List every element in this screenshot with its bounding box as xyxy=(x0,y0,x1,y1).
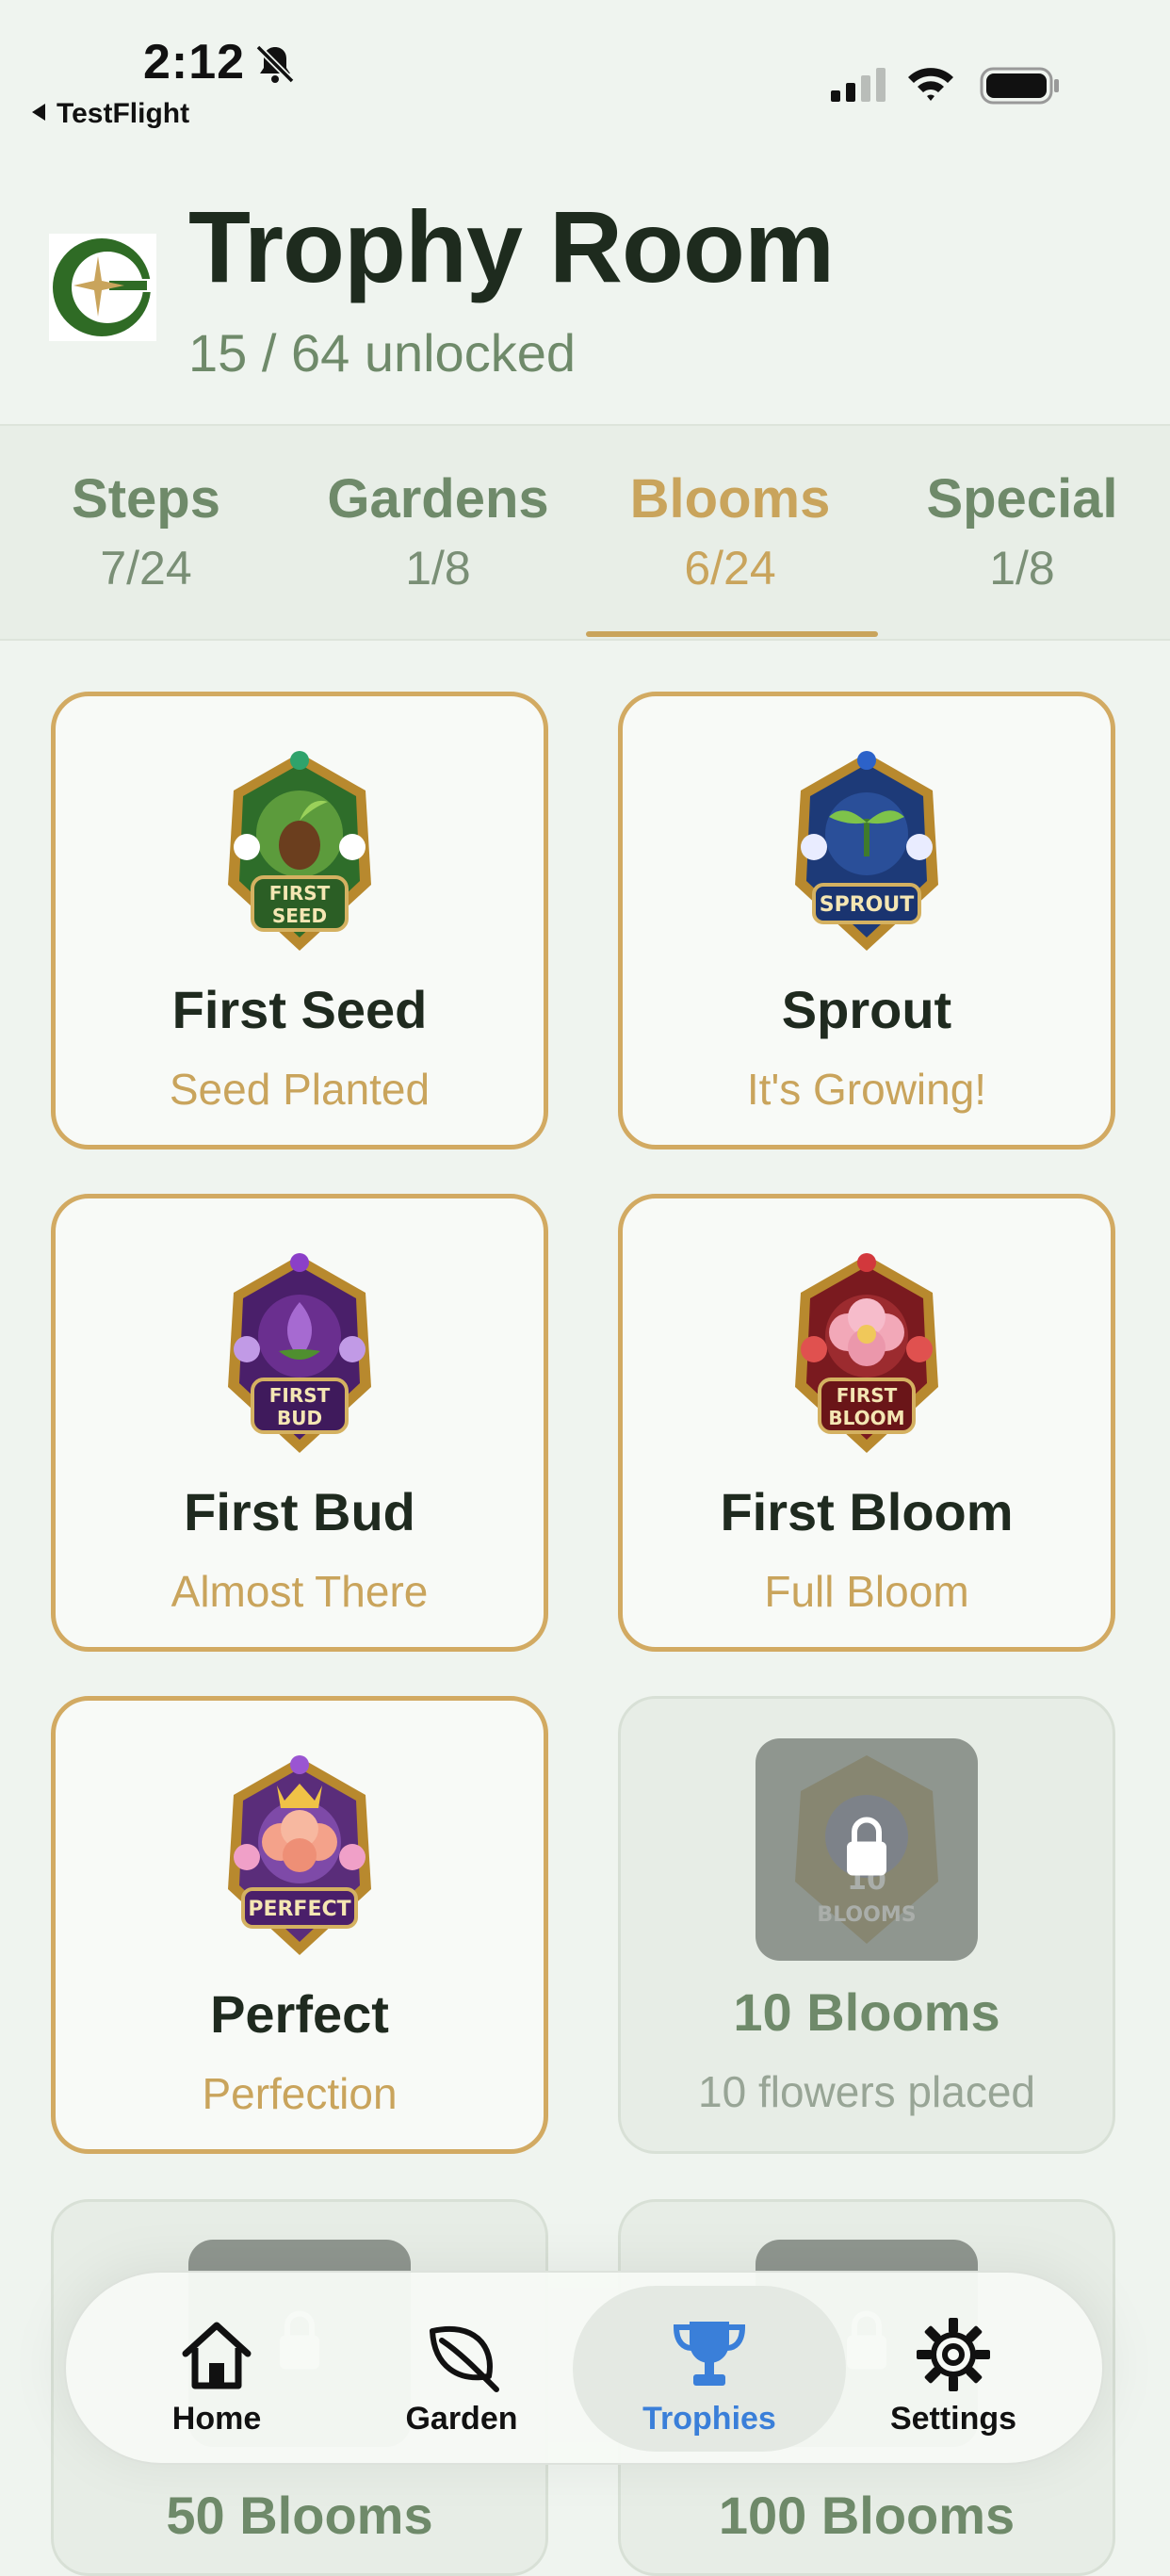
first-bud-badge-icon: FIRST BUD xyxy=(228,1253,371,1453)
tab-gardens[interactable]: Gardens 1/8 xyxy=(292,426,584,639)
tab-count: 1/8 xyxy=(989,542,1055,595)
bottom-tab-bar: Home Garden Trophies Settings xyxy=(64,2271,1104,2465)
back-arrow-icon xyxy=(32,104,45,121)
trophy-title: 10 Blooms xyxy=(733,1982,1000,2042)
tab-special[interactable]: Special 1/8 xyxy=(876,426,1168,639)
nav-trophies[interactable]: Trophies xyxy=(596,2273,822,2467)
trophy-title: First Bloom xyxy=(720,1482,1014,1541)
trophy-subtitle: Almost There xyxy=(171,1567,429,1616)
first-bloom-badge-icon: FIRST BLOOM xyxy=(795,1253,938,1453)
category-tabs: Steps 7/24 Gardens 1/8 Blooms 6/24 Speci… xyxy=(0,424,1170,641)
bell-muted-icon xyxy=(255,44,295,84)
trophy-card[interactable]: PERFECT Perfect Perfection xyxy=(51,1696,548,2154)
trophy-subtitle: Seed Planted xyxy=(169,1065,431,1114)
tab-label: Steps xyxy=(72,468,220,530)
trophy-subtitle: It's Growing! xyxy=(746,1065,987,1114)
app-logo xyxy=(49,234,156,341)
wifi-icon xyxy=(908,68,953,101)
page-title: Trophy Room xyxy=(188,189,835,303)
back-to-app-link[interactable]: TestFlight xyxy=(32,98,189,130)
trophy-icon xyxy=(673,2322,746,2386)
trophy-subtitle: Full Bloom xyxy=(764,1567,969,1616)
trophy-title: Sprout xyxy=(781,980,952,1039)
back-app-label: TestFlight xyxy=(57,98,190,129)
sprout-badge-icon: SPROUT xyxy=(795,751,938,951)
badge-text: BLOOM xyxy=(828,1407,904,1429)
badge-text: BLOOMS xyxy=(817,1903,916,1927)
trophy-card[interactable]: FIRST BUD First Bud Almost There xyxy=(51,1194,548,1652)
trophy-card[interactable]: SPROUT Sprout It's Growing! xyxy=(618,692,1115,1149)
battery-icon xyxy=(980,67,1059,105)
trophy-card[interactable]: FIRST BLOOM First Bloom Full Bloom xyxy=(618,1194,1115,1652)
badge-text: FIRST xyxy=(269,1384,331,1407)
locked-badge: 10 BLOOMS xyxy=(756,1738,978,1961)
tab-count: 7/24 xyxy=(100,542,192,595)
status-bar: 2:12 TestFlight xyxy=(0,0,1170,141)
tab-label: Gardens xyxy=(327,468,549,530)
nav-label: Trophies xyxy=(642,2401,776,2437)
tab-label: Special xyxy=(926,468,1118,530)
badge-text: SEED xyxy=(272,905,327,927)
status-time: 2:12 xyxy=(143,35,246,90)
nav-label: Home xyxy=(171,2401,262,2437)
tab-label: Blooms xyxy=(629,468,831,530)
home-icon xyxy=(182,2322,252,2389)
trophy-title: 50 Blooms xyxy=(166,2486,433,2545)
trophy-title: 100 Blooms xyxy=(718,2486,1016,2545)
trophy-card-locked[interactable]: 10 BLOOMS 10 Blooms 10 flowers placed xyxy=(618,1696,1115,2154)
trophy-subtitle: 10 flowers placed xyxy=(698,2067,1035,2116)
first-seed-badge-icon: FIRST SEED xyxy=(228,751,371,951)
nav-home[interactable]: Home xyxy=(104,2273,330,2467)
trophy-title: Perfect xyxy=(210,1984,389,2044)
nav-label: Garden xyxy=(405,2401,518,2437)
active-tab-indicator xyxy=(586,631,878,637)
tab-blooms[interactable]: Blooms 6/24 xyxy=(584,426,876,639)
trophy-card[interactable]: FIRST SEED First Seed Seed Planted xyxy=(51,692,548,1149)
badge-text: SPROUT xyxy=(820,893,914,917)
gear-icon xyxy=(917,2318,990,2391)
nav-settings[interactable]: Settings xyxy=(840,2273,1066,2467)
nav-garden[interactable]: Garden xyxy=(349,2273,575,2467)
cellular-signal-icon xyxy=(831,68,886,102)
tab-steps[interactable]: Steps 7/24 xyxy=(0,426,292,639)
tab-count: 6/24 xyxy=(684,542,776,595)
badge-text: PERFECT xyxy=(248,1898,350,1921)
perfect-badge-icon: PERFECT xyxy=(228,1755,371,1955)
trophy-title: First Seed xyxy=(171,980,428,1039)
badge-text: FIRST xyxy=(837,1384,898,1407)
badge-text: BUD xyxy=(277,1407,322,1429)
nav-label: Settings xyxy=(889,2401,1017,2437)
trophy-title: First Bud xyxy=(184,1482,415,1541)
leaf-icon xyxy=(430,2325,499,2392)
unlock-progress: 15 / 64 unlocked xyxy=(188,323,576,383)
tab-count: 1/8 xyxy=(405,542,471,595)
badge-text: FIRST xyxy=(269,882,331,905)
lock-icon xyxy=(847,1817,886,1876)
trophy-subtitle: Perfection xyxy=(202,2069,398,2118)
